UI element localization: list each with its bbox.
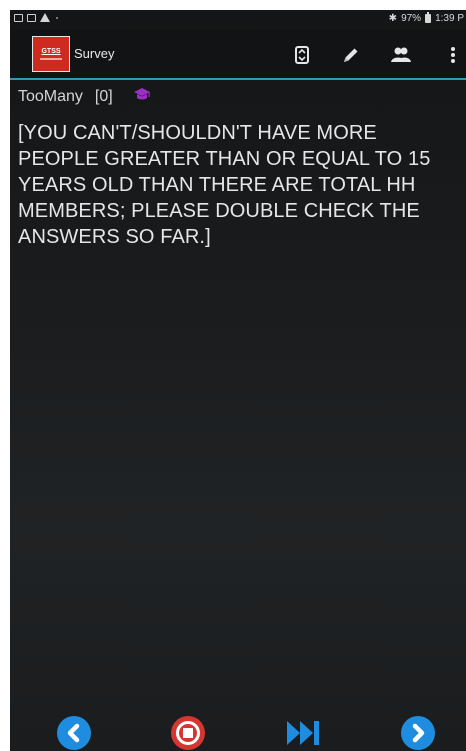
logo-text: GTSS [41,48,61,55]
previous-icon [57,716,91,750]
status-right: ✱ 97% 1:39 P [388,12,464,24]
next-button[interactable] [400,715,436,751]
more-notifications-icon [56,16,58,19]
stop-button[interactable] [170,715,206,751]
logo-underline [40,58,62,60]
status-bar: ✱ 97% 1:39 P [10,10,466,28]
overflow-menu-icon[interactable] [438,40,466,70]
question-text: [YOU CAN'T/SHOULDN'T HAVE MORE PEOPLE GR… [18,122,431,248]
app-title: Survey [74,46,115,61]
image-notification-icon [14,13,23,22]
battery-percent: 97% [401,13,422,24]
action-bar: GTSS Survey [10,30,466,80]
swap-screen-icon[interactable] [287,40,317,70]
next-icon [401,716,435,750]
stop-square [183,728,193,738]
pencil-icon[interactable] [336,40,366,70]
stop-icon [171,716,205,750]
people-icon[interactable] [386,40,416,70]
previous-button[interactable] [56,715,92,751]
question-name: TooMany [18,88,83,105]
fast-forward-button[interactable] [285,715,321,751]
battery-icon [425,12,432,23]
question-header: TooMany [0] [18,87,151,106]
status-left [14,13,58,22]
app-screen: ✱ 97% 1:39 P GTSS Survey TooMany [0] [YO… [10,10,466,751]
bluetooth-icon: ✱ [388,13,398,24]
app-logo: GTSS [32,36,70,72]
clock: 1:39 P [435,13,464,24]
graduation-cap-icon[interactable] [133,87,151,106]
warning-icon [40,13,50,22]
fast-forward-icon [287,721,319,745]
message-notification-icon [27,13,36,22]
question-index: [0] [94,88,113,105]
